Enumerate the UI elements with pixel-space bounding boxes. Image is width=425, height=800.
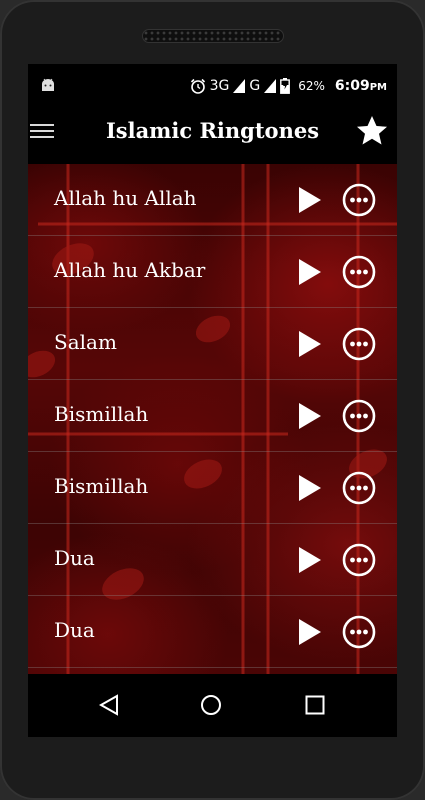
app-bar: Islamic Ringtones <box>28 108 397 156</box>
alarm-icon <box>190 78 205 94</box>
screen: 3G G 62% 6:09PM Islamic Ringtones Allah … <box>28 64 397 737</box>
network-type: 3G <box>209 78 230 94</box>
play-icon[interactable] <box>298 330 322 358</box>
ringtone-title: Allah hu Allah <box>54 186 197 210</box>
play-icon[interactable] <box>298 186 322 214</box>
play-icon[interactable] <box>298 402 322 430</box>
home-icon[interactable] <box>200 694 222 716</box>
back-icon[interactable] <box>98 694 120 716</box>
more-options-icon[interactable] <box>342 615 376 649</box>
signal-icon-2 <box>264 79 277 93</box>
ringtone-title: Dua <box>54 546 95 570</box>
signal-icon <box>233 79 246 93</box>
more-options-icon[interactable] <box>342 399 376 433</box>
status-bar: 3G G 62% 6:09PM <box>28 64 397 108</box>
clock-ampm: PM <box>369 82 387 93</box>
more-options-icon[interactable] <box>342 543 376 577</box>
speaker-grille <box>142 29 284 43</box>
more-options-icon[interactable] <box>342 471 376 505</box>
page-title: Islamic Ringtones <box>105 118 320 143</box>
play-icon[interactable] <box>298 258 322 286</box>
list-item[interactable]: Bismillah <box>28 452 397 524</box>
more-options-icon[interactable] <box>342 183 376 217</box>
phone-frame: 3G G 62% 6:09PM Islamic Ringtones Allah … <box>0 0 425 800</box>
ringtone-title: Dua <box>54 618 95 642</box>
ringtone-title: Salam <box>54 330 117 354</box>
more-options-icon[interactable] <box>342 327 376 361</box>
play-icon[interactable] <box>298 546 322 574</box>
battery-icon <box>280 78 291 94</box>
star-icon[interactable] <box>355 114 389 148</box>
ringtone-title: Bismillah <box>54 474 149 498</box>
battery-percent: 62% <box>298 79 325 93</box>
list-item[interactable]: Salam <box>28 308 397 380</box>
ringtone-list[interactable]: Allah hu Allah Allah hu Akbar Salam Bism… <box>28 164 397 674</box>
more-options-icon[interactable] <box>342 255 376 289</box>
clock-time: 6:09 <box>334 78 370 94</box>
list-item[interactable]: Dua <box>28 596 397 668</box>
play-icon[interactable] <box>298 474 322 502</box>
list-item[interactable]: Dua <box>28 524 397 596</box>
status-right: 3G G 62% 6:09PM <box>190 76 387 96</box>
list-item[interactable]: Allah hu Allah <box>28 164 397 236</box>
carrier-type: G <box>249 78 261 94</box>
list-item[interactable]: Allah hu Akbar <box>28 236 397 308</box>
clock: 6:09PM <box>335 78 387 94</box>
play-icon[interactable] <box>298 618 322 646</box>
ringtone-title: Allah hu Akbar <box>54 258 206 282</box>
navigation-bar <box>28 674 397 737</box>
android-icon <box>42 78 54 91</box>
ringtone-title: Bismillah <box>54 402 149 426</box>
list-item[interactable]: Bismillah <box>28 380 397 452</box>
recent-apps-icon[interactable] <box>304 694 326 716</box>
